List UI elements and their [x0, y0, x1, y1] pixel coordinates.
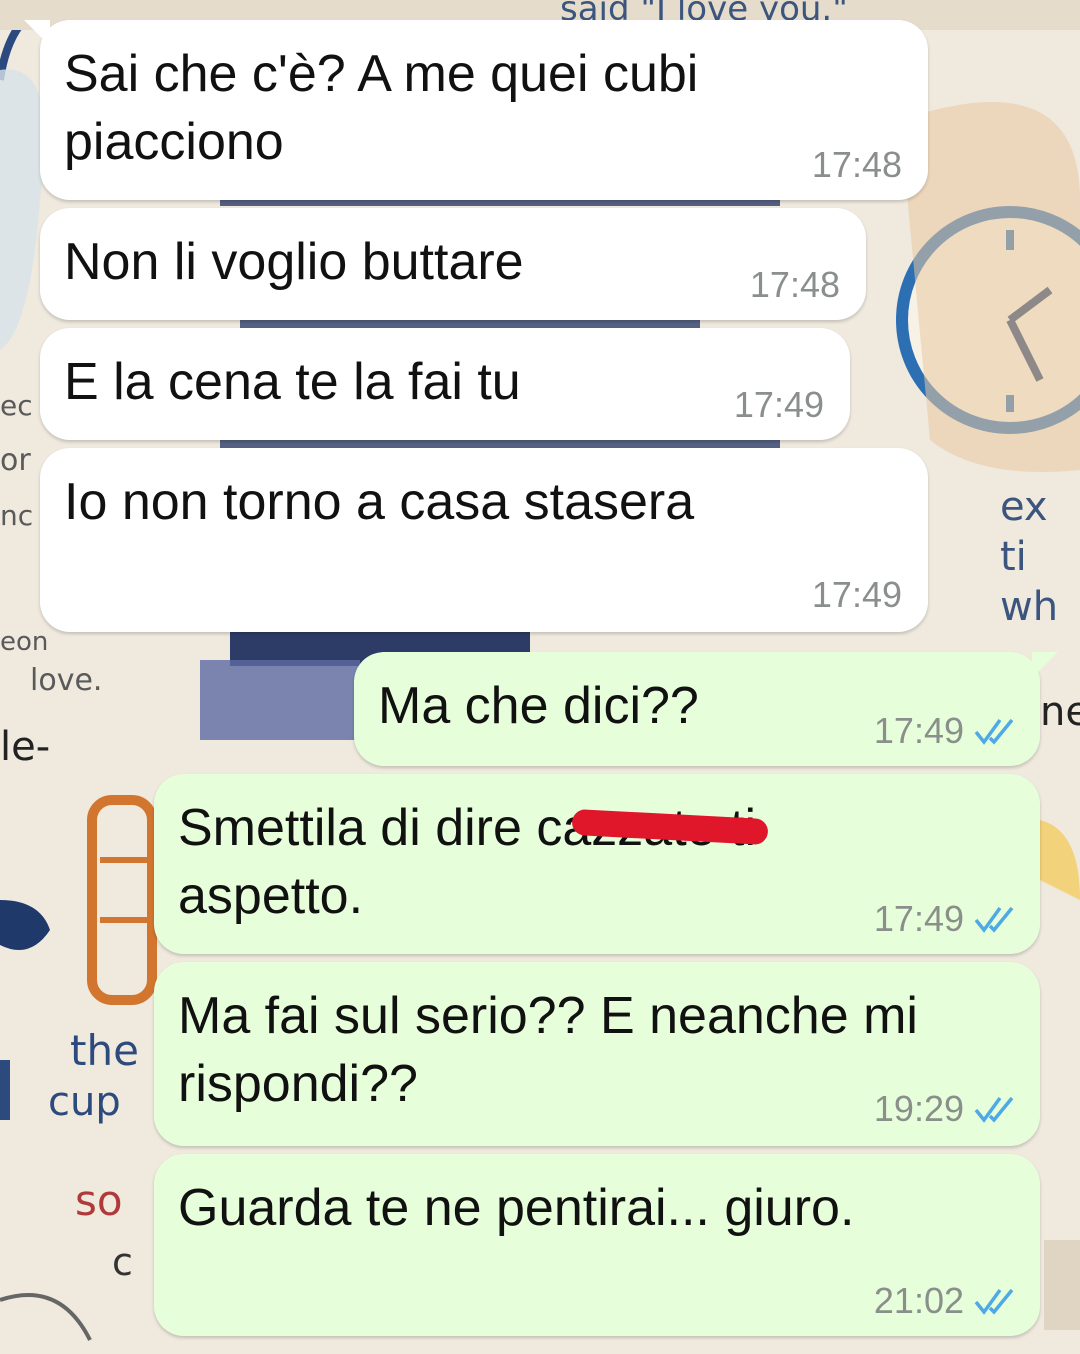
message-time: 17:49 [873, 898, 964, 939]
double-check-icon [974, 1288, 1014, 1315]
doodle-c-text: c [112, 1240, 133, 1284]
message-bubble-outgoing[interactable]: Ma fai sul serio?? E neanche mi rispondi… [154, 962, 1040, 1146]
doodle-so-text: so [75, 1176, 123, 1225]
message-time: 19:29 [873, 1088, 964, 1129]
double-check-icon [974, 1096, 1014, 1123]
doodle-love-text: love. [30, 663, 102, 698]
doodle-ne-text: ne [1040, 689, 1080, 735]
message-time: 17:48 [749, 264, 840, 305]
message-bubble-incoming[interactable]: Non li voglio buttare 17:48 [40, 208, 866, 320]
svg-text:eon: eon [0, 627, 48, 657]
doodle-le-text: le- [0, 724, 50, 770]
message-bubble-incoming[interactable]: Sai che c'è? A me quei cubi piacciono 17… [24, 20, 928, 200]
message-time: 17:49 [811, 574, 902, 615]
message-time: 17:48 [811, 144, 902, 185]
message-bubble-outgoing[interactable]: Ma che dici?? 17:49 [354, 652, 1058, 766]
bubble-tail [1032, 652, 1058, 678]
message-text: Non li voglio buttare [64, 233, 524, 291]
double-check-icon [974, 906, 1014, 933]
svg-text:ec: ec [0, 389, 33, 422]
double-check-icon [974, 718, 1014, 745]
svg-text:nc: nc [0, 499, 33, 532]
message-text: Guarda te ne pentirai... giuro. [178, 1179, 855, 1237]
message-bubble-outgoing[interactable]: Guarda te ne pentirai... giuro. 21:02 [154, 1154, 1040, 1336]
doodle-ex-text: ex [1000, 484, 1048, 530]
message-time: 17:49 [873, 710, 964, 751]
message-text: Smettila di dire cazzate ti aspetto. [178, 799, 757, 925]
message-bubble-outgoing[interactable]: Smettila di dire cazzate ti aspetto. 17:… [154, 774, 1040, 954]
message-text: Sai che c'è? A me quei cubi piacciono [64, 45, 699, 171]
message-text: Io non torno a casa stasera [64, 473, 695, 531]
message-text: E la cena te la fai tu [64, 353, 521, 411]
bubble-tail [24, 20, 50, 46]
message-time: 17:49 [733, 384, 824, 425]
message-time: 21:02 [873, 1280, 964, 1321]
doodle-wh-text: wh [1000, 584, 1058, 630]
message-bubble-incoming[interactable]: E la cena te la fai tu 17:49 [40, 328, 850, 440]
doodle-cup-text: cup [48, 1079, 121, 1125]
doodle-the-text: the [70, 1026, 139, 1075]
svg-text:or: or [0, 443, 31, 478]
doodle-ti-text: ti [1000, 534, 1027, 580]
message-bubble-incoming[interactable]: Io non torno a casa stasera 17:49 [40, 448, 928, 632]
